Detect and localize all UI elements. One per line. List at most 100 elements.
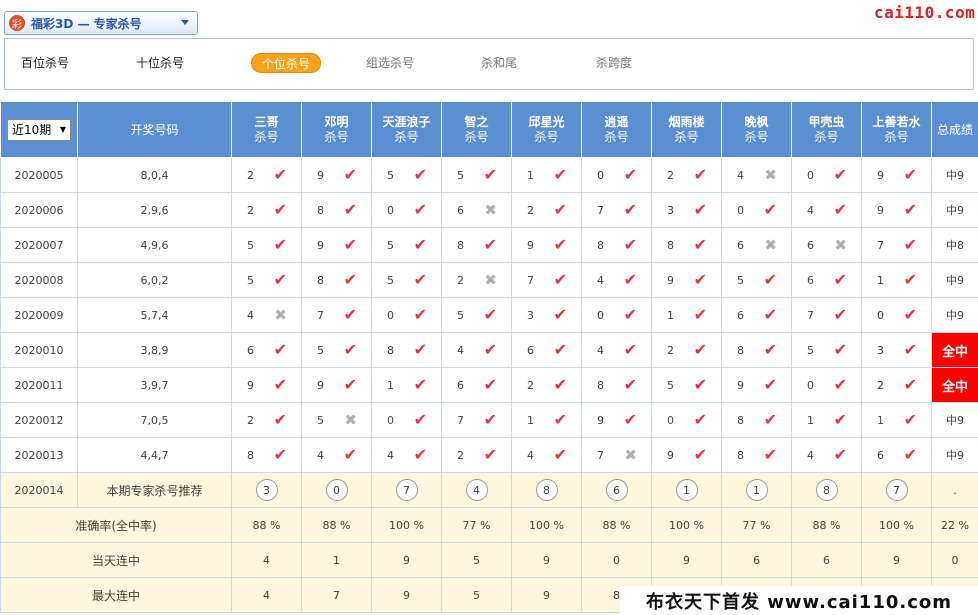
check-icon: ✔ <box>553 305 567 324</box>
expert-name[interactable]: 上善若水 <box>863 115 931 130</box>
kill-number: 4 <box>807 448 814 462</box>
kill-number: 0 <box>877 308 884 322</box>
expert-header: 烟雨楼 杀号 <box>651 101 722 158</box>
kill-entry: 6 ✖ <box>793 237 861 253</box>
tab-span[interactable]: 杀跨度 <box>596 53 632 73</box>
table-row: 2020011 3,9,7 9 ✔ 9 ✔ 1 ✔ 6 ✔ 2 ✔ 8 ✔ 5 ✔ 9 ✔ 0 ✔ 2 ✔ 全中 <box>0 367 978 403</box>
kill-entry: 2 ✔ <box>513 200 581 219</box>
streak-today-row: 当天连中 4 1 9 5 9 0 9 6 6 9 0 <box>0 542 978 578</box>
table-row: 2020007 4,9,6 5 ✔ 9 ✔ 5 ✔ 8 ✔ 9 ✔ 8 ✔ 8 ✔ 6 ✖ 6 ✖ 7 ✔ 中8 <box>0 227 978 263</box>
check-icon: ✔ <box>553 410 567 429</box>
check-icon: ✔ <box>763 305 777 324</box>
expert-name[interactable]: 三哥 <box>233 115 301 130</box>
kill-entry: 9 ✔ <box>583 412 651 428</box>
check-icon: ✔ <box>903 375 917 394</box>
check-icon: ✔ <box>693 165 707 184</box>
kill-number: 9 <box>737 378 744 392</box>
kill-cell: 5 ✔ <box>791 332 862 368</box>
expert-header: 上善若水 杀号 <box>861 101 932 158</box>
expert-name[interactable]: 智之 <box>443 115 511 130</box>
kill-number: 6 <box>737 238 744 252</box>
check-icon: ✔ <box>693 410 707 429</box>
table-row: 2020013 4,4,7 8 ✔ 4 ✔ 4 ✔ 2 ✔ 4 ✔ 7 ✖ 9 ✔ 8 ✔ 4 ✔ 6 ✔ 中9 <box>0 437 978 473</box>
expert-name[interactable]: 逍遥 <box>583 115 651 130</box>
kill-entry: 6 ✔ <box>443 375 511 394</box>
expert-name[interactable]: 天涯浪子 <box>373 115 441 130</box>
check-icon: ✔ <box>693 375 707 394</box>
recommend-number: 8 <box>535 479 558 501</box>
kill-number: 5 <box>457 168 464 182</box>
check-icon: ✔ <box>273 200 287 219</box>
tab-hundreds[interactable]: 百位杀号 <box>21 53 69 73</box>
tab-group[interactable]: 组选杀号 <box>366 53 414 73</box>
check-icon: ✔ <box>833 375 847 394</box>
tab-tens[interactable]: 十位杀号 <box>136 53 184 73</box>
kill-entry: 8 ✔ <box>583 375 651 394</box>
draw-number-cell: 5,7,4 <box>77 297 232 333</box>
stat-cell: 88 % <box>231 507 302 543</box>
stat-cell: 5 <box>441 542 512 578</box>
expert-header: 逍遥 杀号 <box>581 101 652 158</box>
total-result-cell: 中9 <box>931 402 978 438</box>
kill-number: 6 <box>457 203 464 217</box>
kill-number: 6 <box>807 273 814 287</box>
kill-cell: 0 ✔ <box>651 402 722 438</box>
check-icon: ✔ <box>483 375 497 394</box>
expert-name[interactable]: 晚枫 <box>723 115 791 130</box>
tab-sum-tail[interactable]: 杀和尾 <box>481 53 517 73</box>
check-icon: ✔ <box>553 200 567 219</box>
expert-kill-label: 杀号 <box>254 129 279 144</box>
recommend-cell: 1 <box>721 472 792 508</box>
kill-cell: 3 ✔ <box>511 297 582 333</box>
check-icon: ✔ <box>273 445 287 464</box>
table-header: 近10期 ▼ 开奖号码 三哥 杀号 邓明 杀号 天涯浪子 杀号 智之 杀号 邱星光 杀号 逍遥 杀号烟… <box>0 101 978 158</box>
recommend-total: . <box>931 472 978 508</box>
kill-cell: 2 ✔ <box>231 402 302 438</box>
kill-entry: 9 ✔ <box>303 237 371 253</box>
kill-number: 0 <box>737 203 744 217</box>
kill-cell: 8 ✔ <box>371 332 442 368</box>
kill-number: 8 <box>737 413 744 427</box>
tab-units[interactable]: 个位杀号 <box>251 53 322 73</box>
recommend-number: 6 <box>605 479 628 501</box>
expert-name[interactable]: 甲壳虫 <box>793 115 861 130</box>
caret-down-icon: ▼ <box>59 125 66 134</box>
expert-name[interactable]: 邱星光 <box>513 115 581 130</box>
recommend-cell: 7 <box>861 472 932 508</box>
check-icon: ✔ <box>763 340 777 359</box>
kill-number: 8 <box>667 238 674 252</box>
check-icon: ✔ <box>623 375 637 394</box>
kill-cell: 1 ✔ <box>861 402 932 438</box>
kill-cell: 7 ✖ <box>581 437 652 473</box>
total-result-cell: 中9 <box>931 157 978 193</box>
site-logo: cai110.com <box>874 3 976 22</box>
draw-number-cell: 6,0,2 <box>77 262 232 298</box>
expert-header: 甲壳虫 杀号 <box>791 101 862 158</box>
expert-name[interactable]: 烟雨楼 <box>653 115 721 130</box>
recommend-number: 0 <box>325 479 348 501</box>
issue-cell: 2020011 <box>0 367 78 403</box>
kill-cell: 2 ✔ <box>511 192 582 228</box>
check-icon: ✔ <box>343 305 357 324</box>
kill-cell: 2 ✔ <box>511 367 582 403</box>
expert-kill-label: 杀号 <box>674 129 699 144</box>
table-row: 2020008 6,0,2 5 ✔ 8 ✔ 5 ✔ 2 ✖ 7 ✔ 4 ✔ 9 ✔ 5 ✔ 6 ✔ 1 ✔ 中9 <box>0 262 978 298</box>
issue-cell: 2020006 <box>0 192 78 228</box>
kill-number: 5 <box>317 413 324 427</box>
kill-entry: 0 ✔ <box>583 167 651 183</box>
kill-number: 2 <box>247 413 254 427</box>
kill-number: 9 <box>317 238 324 252</box>
check-icon: ✔ <box>273 340 287 359</box>
kill-number: 4 <box>387 448 394 462</box>
kill-cell: 6 ✔ <box>791 262 862 298</box>
expert-name[interactable]: 邓明 <box>303 115 371 130</box>
check-icon: ✔ <box>553 235 567 254</box>
lottery-select[interactable]: 彩 福彩3D — 专家杀号 <box>4 11 198 35</box>
kill-cell: 6 ✔ <box>511 332 582 368</box>
kill-entry: 0 ✔ <box>723 202 791 218</box>
kill-entry: 1 ✔ <box>863 272 931 288</box>
kill-entry: 7 ✔ <box>583 202 651 218</box>
period-select[interactable]: 近10期 ▼ <box>7 118 71 141</box>
cross-icon: ✖ <box>274 306 287 324</box>
check-icon: ✔ <box>413 200 427 219</box>
